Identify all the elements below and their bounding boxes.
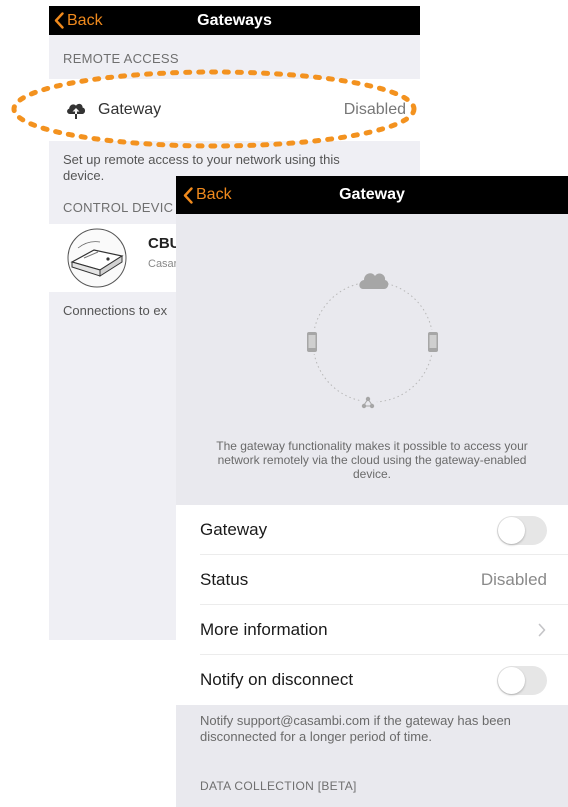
gateways-navbar: Back Gateways [49, 6, 420, 35]
more-information-label: More information [200, 620, 328, 639]
gateway-description: The gateway functionality makes it possi… [216, 439, 528, 481]
chevron-right-icon [538, 623, 546, 637]
page-title: Gateway [339, 186, 405, 203]
cloud-upload-icon [67, 103, 86, 119]
control-device-header: CONTROL DEVIC [63, 200, 174, 215]
toggle-knob [498, 667, 525, 694]
gateway-illustration [305, 269, 440, 412]
device-subtitle: Casar [148, 258, 178, 270]
gateway-screen: Back Gateway The gateway functionality m… [176, 176, 568, 807]
back-label: Back [67, 11, 103, 29]
data-collection-header: DATA COLLECTION [BETA] [200, 779, 357, 793]
connections-note: Connections to ex [63, 303, 168, 318]
phone-icon [426, 330, 440, 354]
gateway-toggle-label: Gateway [200, 520, 268, 539]
gateway-settings: Gateway Status Disabled More information… [176, 505, 568, 705]
notify-toggle[interactable] [497, 666, 547, 695]
remote-access-header: REMOTE ACCESS [63, 51, 179, 66]
gateway-row-label: Gateway [98, 101, 162, 118]
notify-note: Notify support@casambi.com if the gatewa… [200, 713, 511, 744]
back-button[interactable]: Back [183, 176, 232, 214]
back-button[interactable]: Back [54, 6, 103, 35]
chevron-left-icon [183, 186, 193, 204]
toggle-knob [498, 517, 525, 544]
status-value: Disabled [480, 570, 547, 589]
status-row: Status Disabled [176, 555, 568, 605]
device-image [67, 228, 127, 288]
page-title: Gateways [197, 12, 272, 29]
network-icon [359, 394, 377, 412]
phone-icon [305, 330, 319, 354]
chevron-left-icon [54, 12, 64, 29]
gateway-navbar: Back Gateway [176, 176, 568, 214]
more-information-row[interactable]: More information [176, 605, 568, 655]
gateway-toggle-row: Gateway [176, 505, 568, 555]
gateway-toggle[interactable] [497, 516, 547, 545]
gateway-row[interactable]: Gateway Disabled [49, 79, 420, 141]
notify-row: Notify on disconnect [176, 655, 568, 705]
notify-label: Notify on disconnect [200, 670, 354, 689]
cloud-icon [359, 269, 389, 295]
back-label: Back [196, 186, 232, 203]
status-label: Status [200, 570, 249, 589]
gateway-row-status: Disabled [343, 101, 406, 118]
